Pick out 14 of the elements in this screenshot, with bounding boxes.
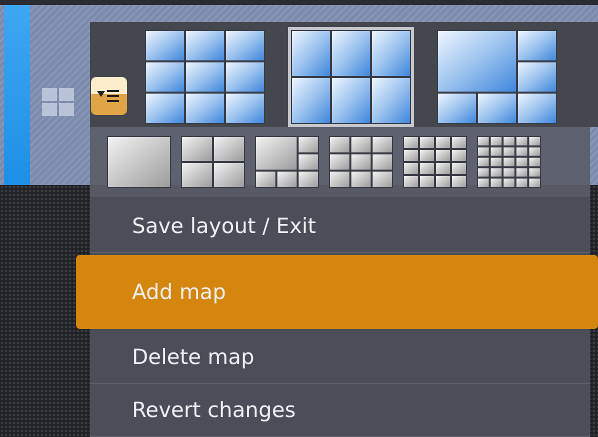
menu-button[interactable]	[91, 77, 127, 115]
list-caret-icon	[97, 88, 121, 104]
preset-tile[interactable]	[181, 136, 245, 188]
preset-tile[interactable]	[255, 136, 319, 188]
preset-tile[interactable]	[107, 136, 171, 188]
preset-tile[interactable]	[477, 136, 541, 188]
layout-thumbnail[interactable]	[288, 27, 414, 127]
layout-thumbnail[interactable]	[434, 27, 560, 127]
layout-thumbnail[interactable]	[142, 27, 268, 127]
menu-item[interactable]: Revert changes	[90, 384, 590, 437]
menu-item[interactable]: Save layout / Exit	[90, 200, 590, 253]
menu-item[interactable]: Delete map	[90, 331, 590, 384]
preset-tile[interactable]	[403, 136, 467, 188]
preset-tile[interactable]	[329, 136, 393, 188]
